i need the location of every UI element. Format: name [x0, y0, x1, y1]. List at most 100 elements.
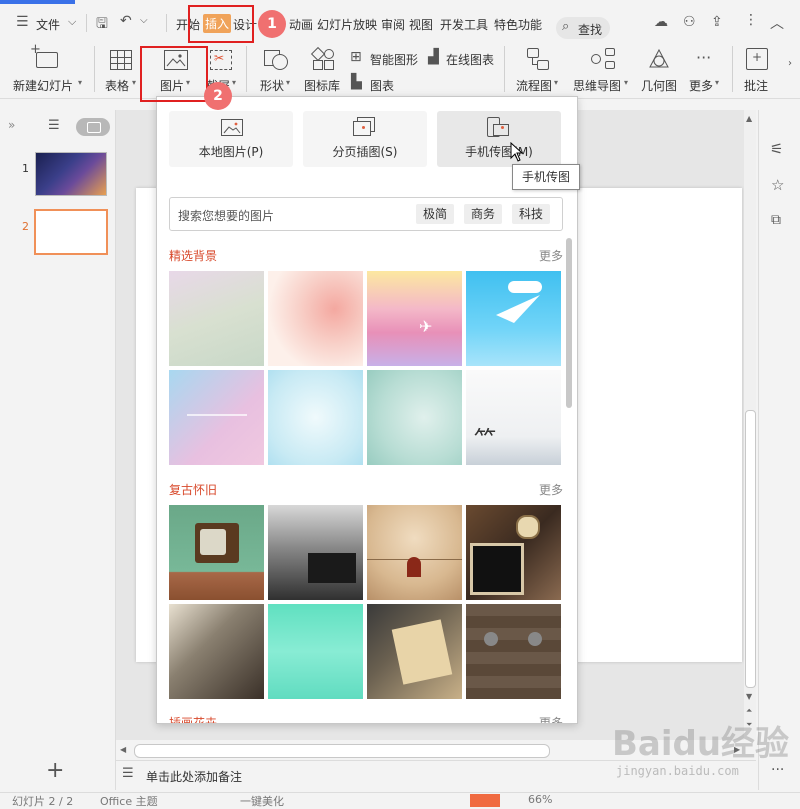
- more-button[interactable]: 更多: [689, 77, 713, 94]
- online-chart-button[interactable]: 在线图表: [446, 51, 494, 68]
- settings-sliders-icon[interactable]: ⚟: [770, 140, 783, 158]
- vertical-scrollbar-track[interactable]: ▲ ▼ ⏶ ⏷: [744, 110, 756, 740]
- expand-panel-icon[interactable]: »: [8, 118, 15, 132]
- phone-transfer-button[interactable]: 手机传图(M): [437, 111, 561, 167]
- tab-developer[interactable]: 开发工具: [440, 16, 488, 33]
- tag-tech[interactable]: 科技: [512, 204, 551, 224]
- new-slide-icon[interactable]: +: [30, 42, 58, 68]
- table-icon[interactable]: [110, 50, 132, 70]
- more-icon[interactable]: ⋮: [744, 12, 758, 28]
- tab-special[interactable]: 特色功能: [494, 16, 542, 33]
- smart-art-icon[interactable]: ⊞: [350, 49, 362, 65]
- icon-library-button[interactable]: 图标库: [304, 77, 340, 94]
- slide-view-toggle[interactable]: [76, 118, 110, 136]
- gallery-tile[interactable]: [268, 604, 363, 699]
- caret-down-icon[interactable]: ▾: [232, 78, 236, 87]
- tab-view[interactable]: 视图: [409, 16, 433, 33]
- comment-icon[interactable]: +: [746, 48, 768, 70]
- scroll-left-icon[interactable]: ◀: [120, 745, 126, 754]
- tag-business[interactable]: 商务: [464, 204, 503, 224]
- caret-down-icon[interactable]: ▾: [624, 78, 628, 87]
- more-link[interactable]: 更多: [539, 481, 563, 498]
- comment-button[interactable]: 批注: [744, 77, 768, 94]
- menu-file[interactable]: 文件: [36, 16, 60, 33]
- gallery-tile[interactable]: ⺮: [466, 370, 561, 465]
- icon-library-icon[interactable]: [310, 46, 334, 70]
- collapse-ribbon-icon[interactable]: ︿: [770, 13, 784, 33]
- geometry-icon[interactable]: [648, 48, 670, 70]
- more-link[interactable]: 更多: [539, 714, 563, 723]
- zoom-level[interactable]: 66%: [528, 793, 552, 806]
- flowchart-icon[interactable]: [527, 48, 549, 70]
- flowchart-button[interactable]: 流程图: [516, 77, 552, 94]
- divider: [166, 14, 167, 32]
- shapes-icon[interactable]: [264, 48, 288, 70]
- hamburger-icon[interactable]: ☰: [16, 14, 29, 30]
- tag-minimal[interactable]: 极简: [416, 204, 455, 224]
- add-user-icon[interactable]: ⚇: [683, 14, 696, 30]
- chart-button[interactable]: 图表: [370, 77, 394, 94]
- mindmap-button[interactable]: 思维导图: [573, 77, 621, 94]
- paged-picture-button[interactable]: 分页插图(S): [303, 111, 427, 167]
- chevron-down-icon[interactable]: ⌵: [140, 15, 148, 26]
- local-picture-button[interactable]: 本地图片(P): [169, 111, 293, 167]
- chevron-right-icon[interactable]: ›: [788, 58, 792, 69]
- caret-down-icon[interactable]: ▾: [78, 78, 82, 87]
- gallery-tile[interactable]: ✈: [367, 271, 462, 366]
- picture-search-input[interactable]: 搜索您想要的图片 极简 商务 科技: [169, 197, 563, 231]
- geometry-button[interactable]: 几何图: [641, 77, 677, 94]
- gallery-tile[interactable]: [367, 370, 462, 465]
- prev-slide-icon[interactable]: ⏶: [746, 706, 752, 716]
- chart-icon[interactable]: ▙: [351, 74, 362, 90]
- shapes-button[interactable]: 形状: [260, 77, 284, 94]
- gallery-tile[interactable]: [268, 505, 363, 600]
- gallery-tile[interactable]: [169, 370, 264, 465]
- add-slide-icon[interactable]: +: [46, 758, 64, 783]
- tab-animation[interactable]: 动画: [289, 16, 313, 33]
- gallery-tile[interactable]: [268, 271, 363, 366]
- slide-thumbnail-2[interactable]: [34, 209, 108, 255]
- gallery-tile[interactable]: [367, 604, 462, 699]
- gallery-tile[interactable]: [169, 505, 264, 600]
- annotation-badge-1: 1: [258, 10, 286, 38]
- slide-number: 2: [22, 220, 29, 233]
- play-slideshow-button[interactable]: [470, 794, 500, 807]
- slide-thumbnail-1[interactable]: [35, 152, 107, 196]
- share-icon[interactable]: ⇪: [711, 14, 723, 30]
- undo-icon[interactable]: ↶: [120, 13, 132, 29]
- table-button[interactable]: 表格: [105, 77, 129, 94]
- gallery-tile[interactable]: [169, 604, 264, 699]
- tab-slideshow[interactable]: 幻灯片放映: [317, 16, 377, 33]
- cloud-icon[interactable]: ☁: [654, 14, 668, 30]
- tab-review[interactable]: 审阅: [381, 16, 405, 33]
- search-button[interactable]: ⌕ 查找: [556, 17, 610, 39]
- vertical-scrollbar-thumb[interactable]: [745, 410, 756, 688]
- horizontal-scrollbar[interactable]: [134, 744, 550, 758]
- caret-down-icon[interactable]: ▾: [554, 78, 558, 87]
- new-slide-button[interactable]: 新建幻灯片: [13, 77, 73, 94]
- caret-down-icon[interactable]: ▾: [715, 78, 719, 87]
- gallery-tile[interactable]: [466, 271, 561, 366]
- online-chart-icon[interactable]: ▟: [428, 49, 439, 65]
- mindmap-icon[interactable]: [591, 48, 615, 70]
- smart-art-button[interactable]: 智能图形: [370, 51, 418, 68]
- gallery-tile[interactable]: [367, 505, 462, 600]
- outline-view-icon[interactable]: ☰: [48, 118, 60, 133]
- caret-down-icon[interactable]: ▾: [132, 78, 136, 87]
- transition-icon[interactable]: ⧉: [771, 212, 781, 228]
- popup-scrollbar[interactable]: [566, 238, 572, 408]
- gallery-tile[interactable]: [466, 604, 561, 699]
- gallery-tile[interactable]: [169, 271, 264, 366]
- more-horizontal-icon[interactable]: ···: [696, 48, 711, 67]
- gallery-tile[interactable]: [268, 370, 363, 465]
- chevron-down-icon[interactable]: ⌵: [68, 15, 76, 29]
- caret-down-icon[interactable]: ▾: [286, 78, 290, 87]
- gallery-tile[interactable]: [466, 505, 561, 600]
- animation-star-icon[interactable]: ☆: [771, 176, 784, 194]
- scroll-down-icon[interactable]: ▼: [746, 692, 752, 701]
- screenshot-icon[interactable]: ✂: [210, 50, 232, 70]
- beautify-button[interactable]: 一键美化: [240, 793, 284, 809]
- scroll-up-icon[interactable]: ▲: [746, 114, 752, 123]
- more-link[interactable]: 更多: [539, 247, 563, 264]
- save-icon[interactable]: 🖫: [96, 13, 108, 37]
